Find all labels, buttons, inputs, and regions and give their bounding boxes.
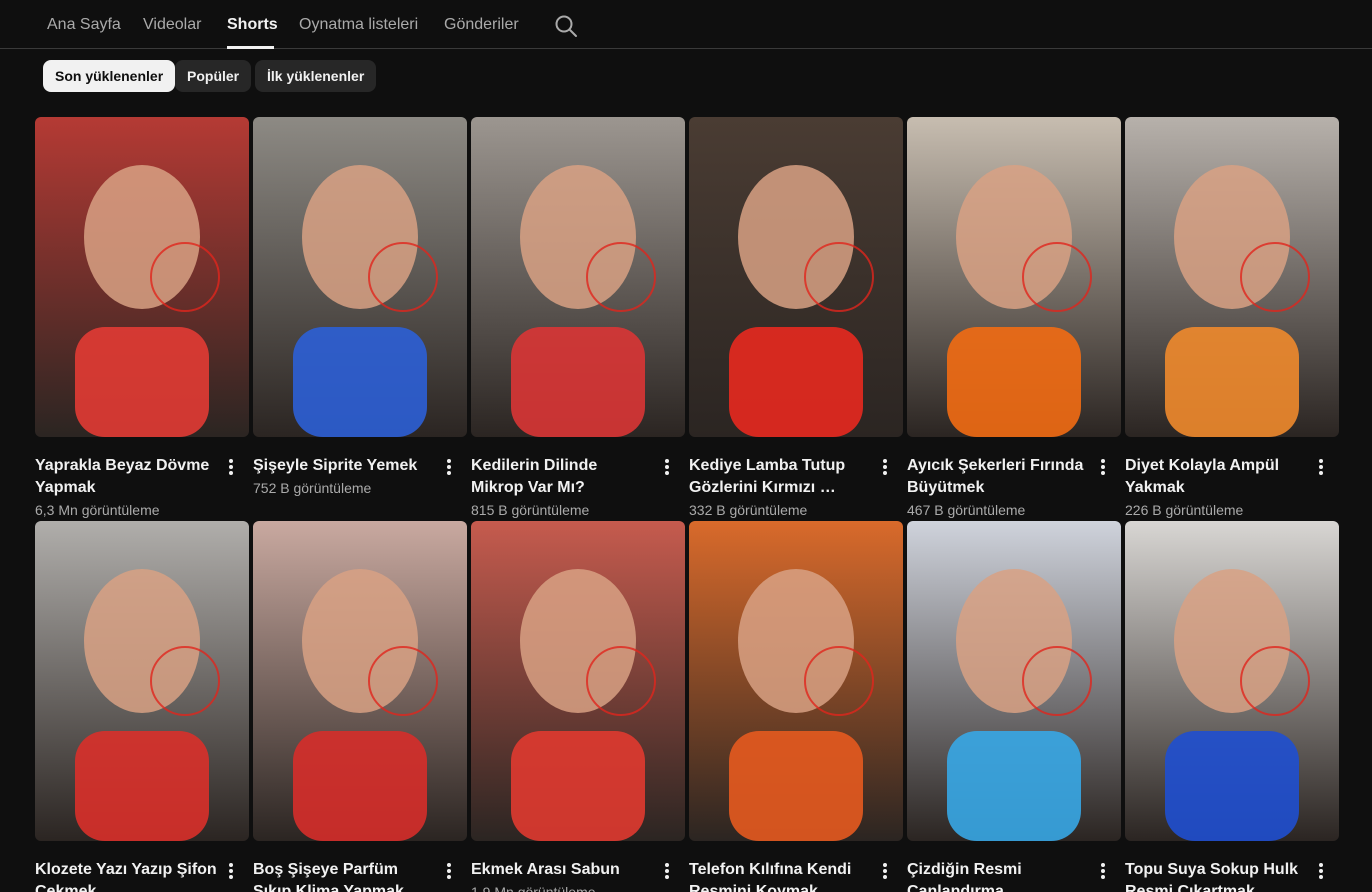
more-actions-icon[interactable] [1309,455,1333,479]
short-view-count: 1,9 Mn görüntüleme [471,884,596,892]
short-title[interactable]: Kedilerin Dilinde Mikrop Var Mı? [471,455,653,499]
short-title[interactable]: Şişeyle Siprite Yemek [253,455,435,477]
more-actions-icon[interactable] [1091,859,1115,883]
short-title[interactable]: Ayıcık Şekerleri Fırında Büyütmek [907,455,1089,499]
tab-posts[interactable]: Gönderiler [444,16,519,34]
tab-playlists[interactable]: Oynatma listeleri [299,16,418,34]
short-title[interactable]: Ekmek Arası Sabun [471,859,653,881]
search-icon[interactable] [554,14,578,38]
more-actions-icon[interactable] [219,455,243,479]
short-thumbnail[interactable] [35,521,249,841]
short-title[interactable]: Diyet Kolayla Ampül Yakmak [1125,455,1307,499]
more-actions-icon[interactable] [655,859,679,883]
short-thumbnail[interactable] [253,521,467,841]
short-title[interactable]: Yaprakla Beyaz Dövme Yapmak [35,455,217,499]
short-thumbnail[interactable] [1125,117,1339,437]
short-view-count: 467 B görüntüleme [907,502,1026,518]
short-title[interactable]: Topu Suya Sokup Hulk Resmi Çıkartmak [1125,859,1307,892]
short-thumbnail[interactable] [1125,521,1339,841]
chip-oldest[interactable]: İlk yüklenenler [255,60,377,92]
short-thumbnail[interactable] [35,117,249,437]
tab-videos[interactable]: Videolar [143,16,201,34]
more-actions-icon[interactable] [437,859,461,883]
short-thumbnail[interactable] [689,521,903,841]
tab-shorts[interactable]: Shorts [227,16,278,34]
short-title[interactable]: Kediye Lamba Tutup Gözlerini Kırmızı … [689,455,871,499]
more-actions-icon[interactable] [219,859,243,883]
more-actions-icon[interactable] [873,859,897,883]
short-title[interactable]: Çizdiğin Resmi Canlandırma [907,859,1089,892]
short-view-count: 332 B görüntüleme [689,502,808,518]
short-thumbnail[interactable] [907,117,1121,437]
chip-popular[interactable]: Popüler [175,60,252,92]
short-thumbnail[interactable] [689,117,903,437]
short-title[interactable]: Klozete Yazı Yazıp Şifon Çekmek [35,859,217,892]
more-actions-icon[interactable] [1309,859,1333,883]
tab-home[interactable]: Ana Sayfa [47,16,121,34]
more-actions-icon[interactable] [873,455,897,479]
short-view-count: 815 B görüntüleme [471,502,590,518]
channel-tab-bar: Ana Sayfa Videolar Shorts Oynatma listel… [0,0,1372,49]
more-actions-icon[interactable] [1091,455,1115,479]
short-thumbnail[interactable] [471,521,685,841]
more-actions-icon[interactable] [437,455,461,479]
short-title[interactable]: Boş Şişeye Parfüm Sıkıp Klima Yapmak [253,859,435,892]
short-thumbnail[interactable] [471,117,685,437]
short-thumbnail[interactable] [907,521,1121,841]
active-tab-indicator [227,46,274,49]
short-title[interactable]: Telefon Kılıfına Kendi Resmini Koymak [689,859,871,892]
short-view-count: 752 B görüntüleme [253,480,372,496]
short-view-count: 226 B görüntüleme [1125,502,1244,518]
more-actions-icon[interactable] [655,455,679,479]
short-view-count: 6,3 Mn görüntüleme [35,502,160,518]
short-thumbnail[interactable] [253,117,467,437]
chip-latest[interactable]: Son yüklenenler [43,60,176,92]
